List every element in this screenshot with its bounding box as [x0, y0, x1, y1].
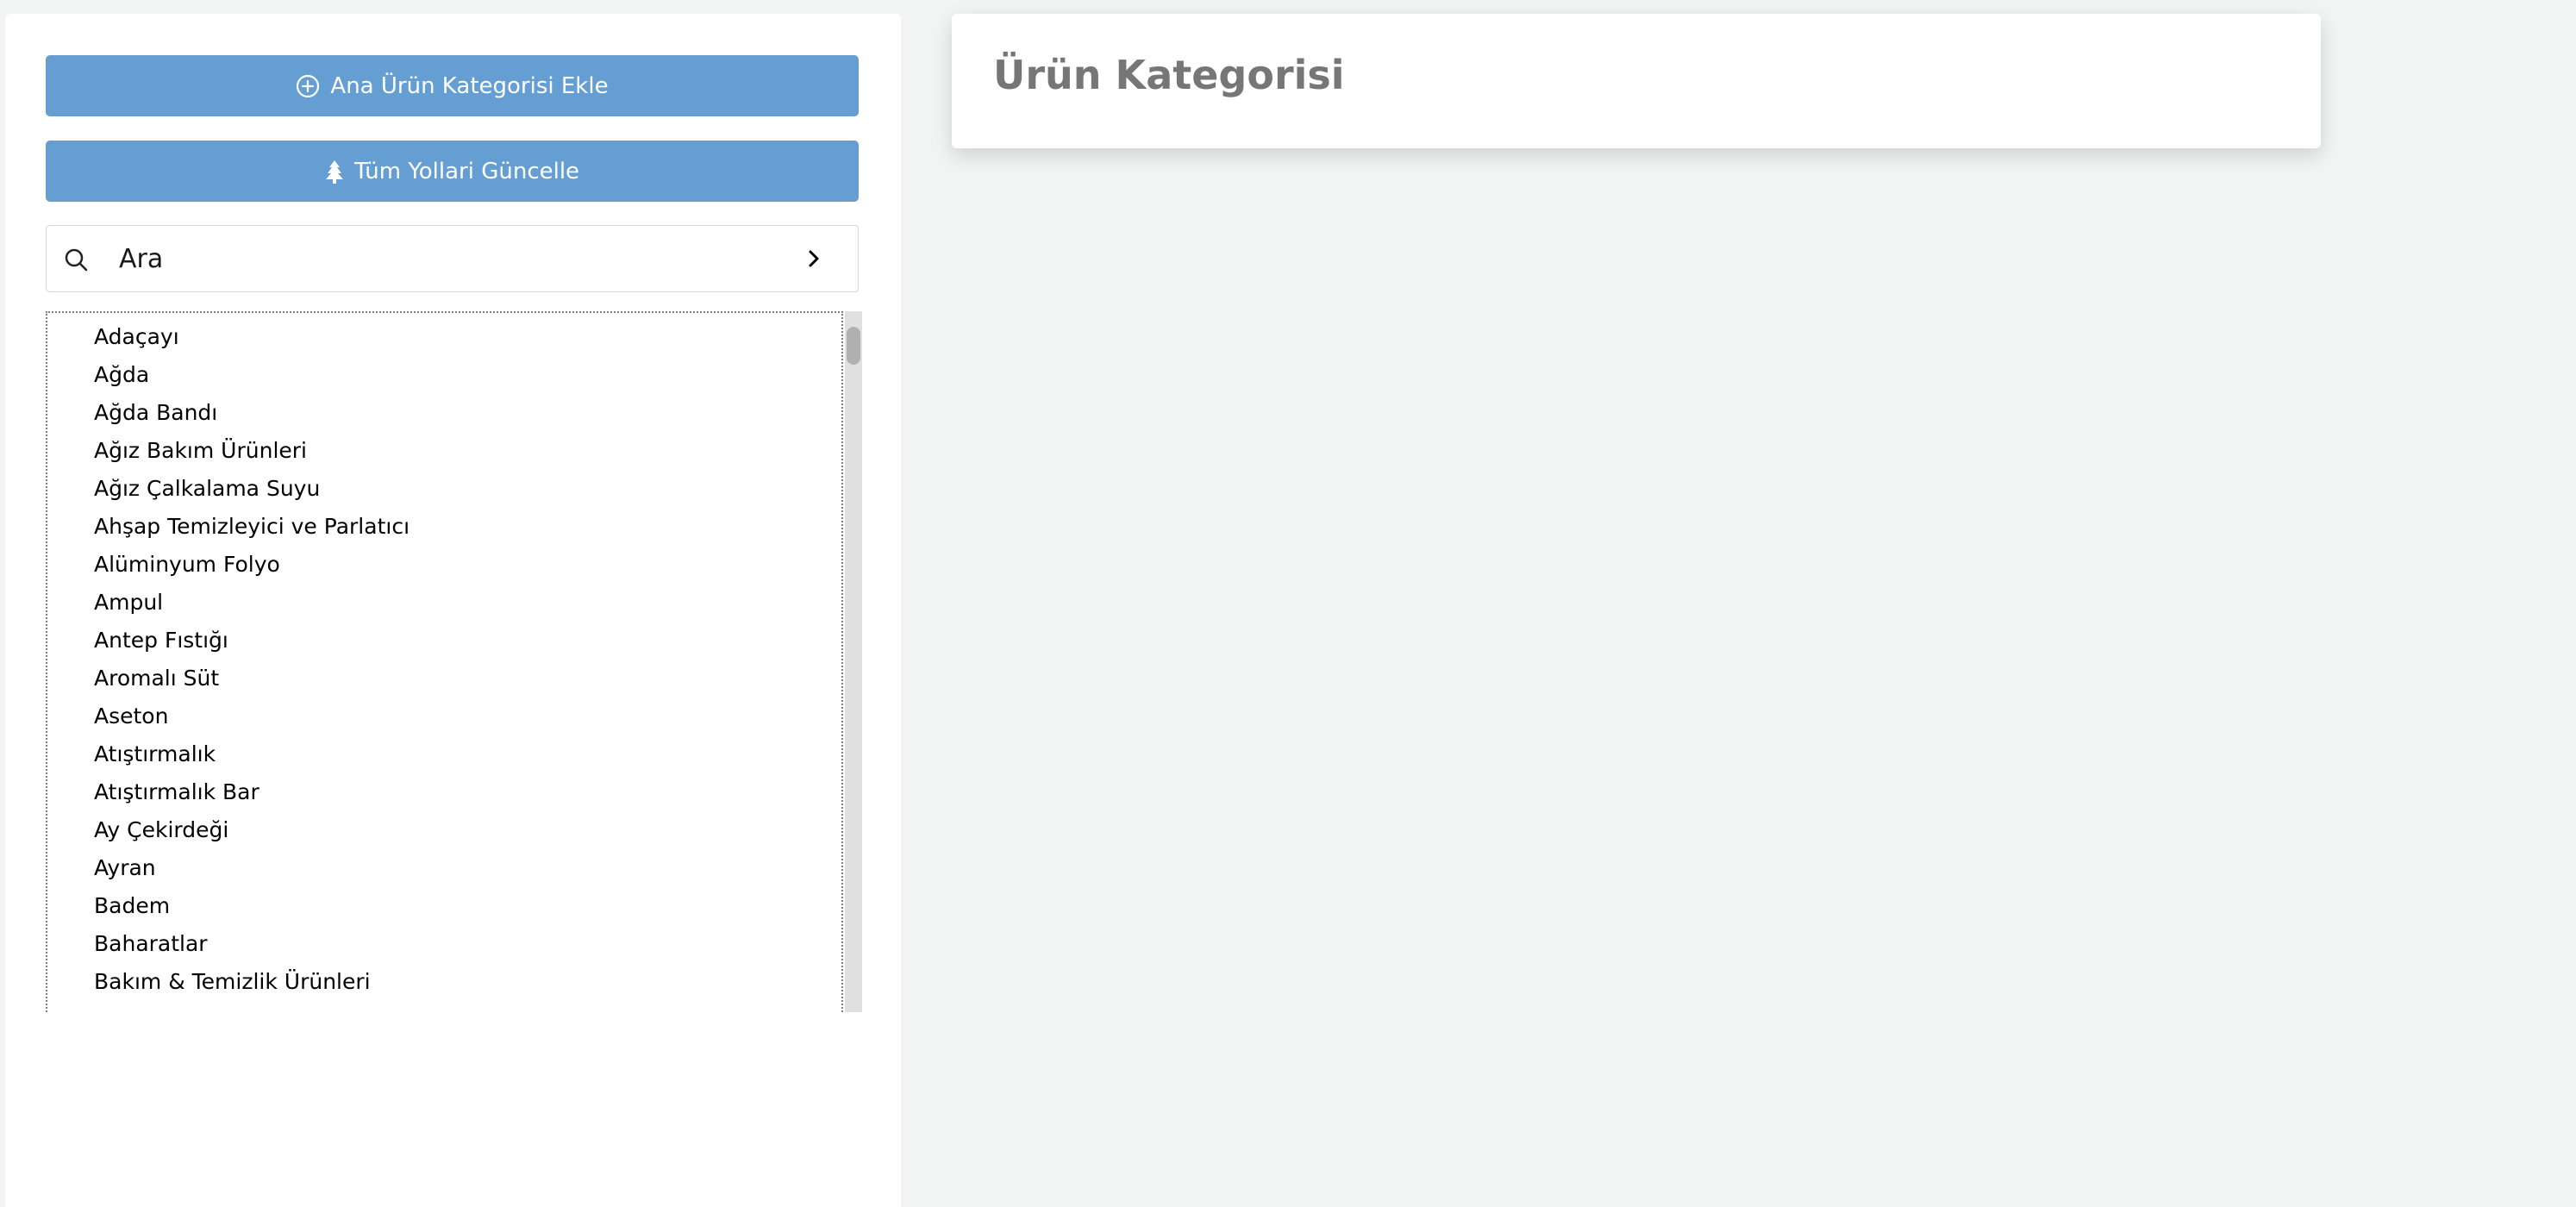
- page-title: Ürün Kategorisi: [993, 52, 1345, 98]
- search-box: [46, 225, 859, 292]
- tree-item[interactable]: Atıştırmalık: [47, 735, 841, 773]
- update-all-paths-label: Tüm Yollari Güncelle: [353, 158, 580, 184]
- main-panel: Ürün Kategorisi: [952, 14, 2321, 148]
- chevron-right-icon[interactable]: [805, 249, 822, 272]
- search-icon: [64, 247, 88, 275]
- tree-item[interactable]: Baharatlar: [47, 925, 841, 963]
- tree-item[interactable]: Ağda: [47, 356, 841, 394]
- tree-item[interactable]: Alüminyum Folyo: [47, 546, 841, 584]
- tree-item[interactable]: Ağız Bakım Ürünleri: [47, 432, 841, 470]
- sidebar-panel: Ana Ürün Kategorisi Ekle Tüm Yollari Gün…: [5, 14, 901, 1207]
- category-tree-scrollbar[interactable]: [845, 311, 862, 1012]
- search-input[interactable]: [119, 235, 722, 283]
- tree-item[interactable]: Ay Çekirdeği: [47, 811, 841, 849]
- tree-item[interactable]: Adaçayı: [47, 318, 841, 356]
- tree-item[interactable]: Badem: [47, 887, 841, 925]
- tree-item[interactable]: Antep Fıstığı: [47, 622, 841, 660]
- tree-item[interactable]: Atıştırmalık Bar: [47, 773, 841, 811]
- tree-item[interactable]: Ampul: [47, 584, 841, 622]
- add-main-category-label: Ana Ürün Kategorisi Ekle: [330, 72, 609, 99]
- category-tree: Adaçayı Ağda Ağda Bandı Ağız Bakım Ürünleri…: [46, 311, 843, 1012]
- scrollbar-thumb[interactable]: [847, 327, 860, 365]
- tree-item[interactable]: Ağda Bandı: [47, 394, 841, 432]
- tree-item[interactable]: Ahşap Temizleyici ve Parlatıcı: [47, 508, 841, 546]
- tree-item[interactable]: Aromalı Süt: [47, 660, 841, 697]
- update-all-paths-button[interactable]: Tüm Yollari Güncelle: [46, 141, 859, 202]
- tree-item[interactable]: Aseton: [47, 697, 841, 735]
- tree-icon: [325, 159, 344, 184]
- plus-circle-icon: [296, 74, 320, 98]
- tree-item[interactable]: Bakım & Temizlik Ürünleri: [47, 963, 841, 1001]
- tree-item[interactable]: Ağız Çalkalama Suyu: [47, 470, 841, 508]
- tree-item[interactable]: Ayran: [47, 849, 841, 887]
- add-main-category-button[interactable]: Ana Ürün Kategorisi Ekle: [46, 55, 859, 116]
